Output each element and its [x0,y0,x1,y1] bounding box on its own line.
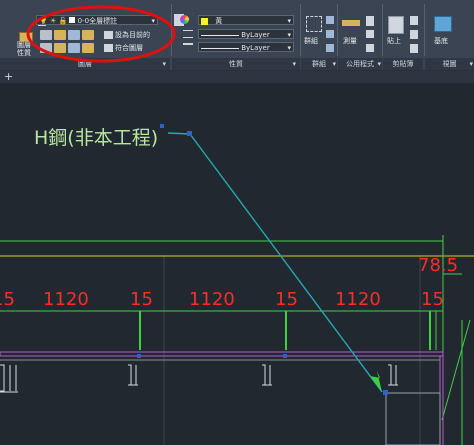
dim-text[interactable]: 1120 [189,289,235,310]
dim-text[interactable]: 1120 [43,289,89,310]
dim-text[interactable]: 15 [0,289,15,310]
dim-text-top[interactable]: 78.5 [418,255,458,276]
grip-point [187,131,192,136]
leader-text[interactable]: H鋼(非本工程) [34,123,158,150]
blue-point [137,354,141,358]
grip-point [383,390,388,395]
beam-outline [0,351,444,357]
file-tab-strip: + [0,70,474,83]
leader-line [167,132,191,135]
dim-text[interactable]: 1120 [335,289,381,310]
dim-text[interactable]: 15 [421,289,444,310]
add-tab-button[interactable]: + [4,70,13,83]
bracket-fixtures [0,364,398,393]
leader-arrow [370,371,382,392]
grip-point [160,124,164,128]
diag-line [441,319,471,421]
leader-line [189,133,383,393]
drawing-canvas[interactable]: H鋼(非本工程) 78.5 15 1120 15 1120 15 1120 15 [0,83,474,445]
dim-text[interactable]: 15 [130,289,153,310]
dim-text[interactable]: 15 [275,289,298,310]
lower-box [385,392,441,445]
blue-point [283,354,287,358]
annotation-circle [26,5,176,63]
